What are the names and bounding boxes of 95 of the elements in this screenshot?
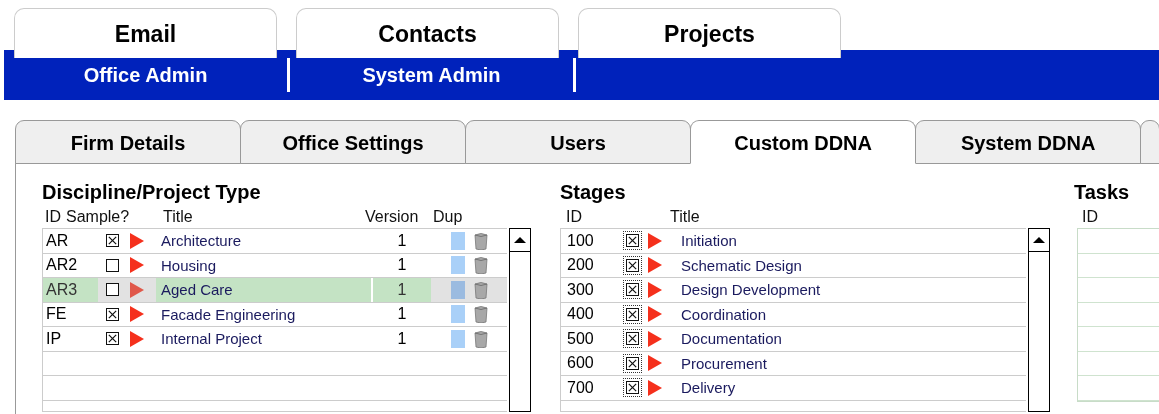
table-cell: AR2 (46, 256, 78, 275)
checkbox[interactable] (106, 307, 119, 321)
table-cell: Coordination (681, 305, 767, 323)
table-cell: 500 (567, 329, 594, 347)
play-arrow-icon[interactable] (648, 379, 662, 396)
table-cell: 400 (567, 305, 594, 323)
column-header: ID (565, 208, 583, 227)
play-arrow-icon[interactable] (648, 257, 662, 274)
table-row[interactable]: 300 Design Development (561, 278, 1026, 303)
table-cell: 1 (397, 280, 407, 299)
tab[interactable]: Firm Details (15, 120, 242, 164)
section-title: Stages (560, 181, 627, 203)
column-header: Version (365, 208, 420, 227)
tab[interactable]: Users (465, 120, 692, 164)
checkbox[interactable] (106, 332, 119, 346)
table-cell: Schematic Design (681, 256, 802, 274)
checkbox[interactable] (626, 234, 639, 248)
nav-link[interactable]: System Admin (290, 63, 573, 87)
table-row[interactable]: IP Internal Project 1 (43, 327, 507, 352)
table-row[interactable]: 500 Documentation (561, 327, 1026, 352)
checkbox[interactable] (106, 258, 119, 272)
trash-icon[interactable] (474, 231, 488, 250)
table-cell: Delivery (681, 379, 736, 397)
play-arrow-icon[interactable] (130, 281, 144, 298)
table-cell: Aged Care (161, 281, 233, 299)
table-cell: 600 (567, 354, 594, 372)
up-arrow-icon[interactable] (514, 237, 526, 243)
tab[interactable]: Contacts (296, 8, 559, 58)
checkbox[interactable] (626, 332, 639, 346)
table-row[interactable]: 200 Schematic Design (561, 253, 1026, 278)
tab[interactable] (1140, 120, 1159, 164)
table-cell: Initiation (681, 232, 737, 250)
table-cell: 300 (567, 280, 594, 298)
tab[interactable]: Office Settings (240, 120, 467, 164)
checkbox[interactable] (626, 258, 639, 272)
table-cell: Housing (161, 256, 217, 274)
scrollbar[interactable] (1028, 228, 1050, 412)
table-cell: Procurement (681, 354, 767, 372)
table-cell: 1 (397, 329, 407, 348)
column-header: Sample? (66, 208, 131, 227)
trash-icon[interactable] (474, 256, 488, 275)
table-row[interactable]: 700 Delivery (561, 376, 1026, 401)
column-header: Dup (433, 208, 464, 227)
play-arrow-icon[interactable] (648, 355, 662, 372)
play-arrow-icon[interactable] (130, 257, 144, 274)
table-cell: 1 (397, 256, 407, 275)
table-cell: FE (46, 305, 67, 324)
trash-icon[interactable] (474, 305, 488, 324)
table-cell: AR3 (46, 280, 78, 299)
table-cell: IP (46, 329, 62, 348)
checkbox[interactable] (106, 234, 119, 248)
tab[interactable]: System DDNA (915, 120, 1142, 164)
checkbox[interactable] (626, 356, 639, 370)
table-cell: Facade Engineering (161, 305, 296, 323)
table-cell: Documentation (681, 330, 782, 348)
checkbox[interactable] (626, 283, 639, 297)
table-cell: 100 (567, 231, 594, 249)
tab[interactable]: Custom DDNA (690, 120, 917, 164)
table-row[interactable]: AR3 Aged Care 1 (43, 278, 507, 303)
checkbox[interactable] (626, 307, 639, 321)
table-row[interactable]: 600 Procurement (561, 351, 1026, 376)
column-header: Title (163, 208, 194, 227)
tab[interactable]: Email (14, 8, 277, 58)
nav-link[interactable]: Office Admin (4, 63, 287, 87)
play-arrow-icon[interactable] (648, 281, 662, 298)
table-cell: 200 (567, 256, 594, 274)
checkbox[interactable] (106, 283, 119, 297)
table-row[interactable]: 400 Coordination (561, 302, 1026, 327)
up-arrow-icon[interactable] (1033, 237, 1045, 243)
play-arrow-icon[interactable] (130, 330, 144, 347)
play-arrow-icon[interactable] (648, 232, 662, 249)
section-title: Tasks (1074, 181, 1131, 203)
column-header: ID (1081, 208, 1098, 227)
table-cell: AR (46, 231, 69, 250)
table-row[interactable]: 100 Initiation (561, 229, 1026, 254)
table-cell: Design Development (681, 281, 821, 299)
section-title: Discipline/Project Type (42, 181, 262, 203)
tab[interactable]: Projects (578, 8, 841, 58)
column-header: Title (670, 208, 700, 227)
table-row[interactable]: FE Facade Engineering 1 (43, 302, 507, 327)
play-arrow-icon[interactable] (130, 306, 144, 323)
play-arrow-icon[interactable] (648, 306, 662, 323)
table-cell: 700 (567, 378, 594, 396)
table-cell: Architecture (161, 232, 242, 250)
checkbox[interactable] (626, 381, 639, 395)
play-arrow-icon[interactable] (130, 232, 144, 249)
table-cell: Internal Project (161, 330, 262, 348)
trash-icon[interactable] (474, 329, 488, 348)
table-row[interactable]: AR Architecture 1 (43, 229, 507, 254)
play-arrow-icon[interactable] (648, 330, 662, 347)
scrollbar[interactable] (509, 228, 531, 412)
trash-icon[interactable] (474, 280, 488, 299)
table-cell: 1 (397, 305, 407, 324)
column-header: ID (44, 208, 62, 227)
table-cell: 1 (397, 231, 407, 250)
